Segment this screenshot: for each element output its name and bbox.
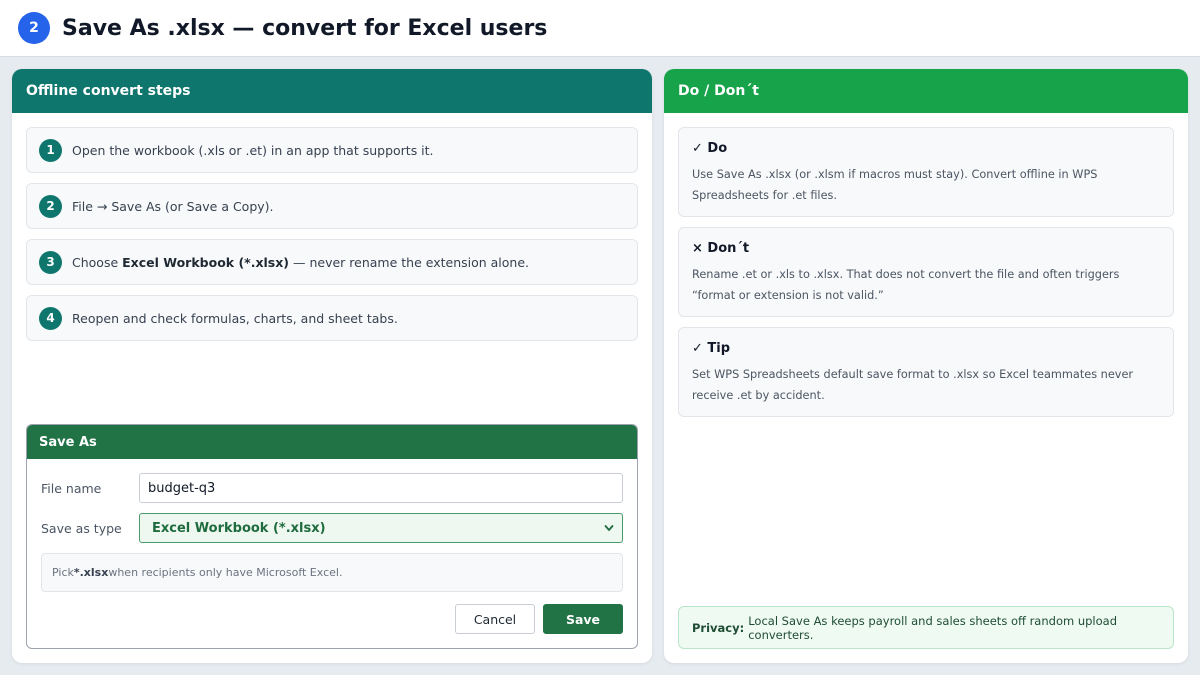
card-title: × Don´t: [692, 241, 750, 256]
do-card: ✓ Do Use Save As .xlsx (or .xlsm if macr…: [678, 127, 1174, 217]
cancel-button[interactable]: Cancel: [455, 604, 535, 634]
step-item-4: 4 Reopen and check formulas, charts, and…: [26, 295, 638, 341]
step-item-1: 1 Open the workbook (.xls or .et) in an …: [26, 127, 638, 173]
offline-steps-panel: Offline convert steps 1 Open the workboo…: [12, 69, 652, 663]
file-name-label: File name: [41, 480, 102, 496]
save-type-label: Save as type: [41, 520, 122, 536]
step-item-2: 2 File → Save As (or Save a Copy).: [26, 183, 638, 229]
do-dont-panel: Do / Don´t ✓ Do Use Save As .xlsx (or .x…: [664, 69, 1188, 663]
step-item-3: 3 Choose Excel Workbook (*.xlsx) — never…: [26, 239, 638, 285]
step-number: 2: [39, 194, 62, 218]
step-text: Reopen and check formulas, charts, and s…: [72, 310, 398, 326]
card-text: Use Save As .xlsx (or .xlsm if macros mu…: [692, 168, 1098, 202]
page-header: 2 Save As .xlsx — convert for Excel user…: [0, 0, 1200, 57]
privacy-label: Privacy:: [692, 620, 745, 635]
file-name-input[interactable]: budget-q3: [139, 473, 623, 503]
dialog-title: Save As: [27, 425, 637, 459]
step-badge: 2: [18, 12, 50, 44]
panel-title: Do / Don´t: [664, 69, 1188, 113]
save-button[interactable]: Save: [543, 604, 623, 634]
step-number: 4: [39, 306, 62, 330]
save-as-dialog: Save As File name budget-q3 Save as type…: [26, 424, 638, 649]
file-name-row: File name budget-q3: [41, 473, 623, 503]
save-type-value: Excel Workbook (*.xlsx): [152, 520, 326, 536]
format-hint: Pick *.xlsx when recipients only have Mi…: [41, 553, 623, 592]
step-number: 3: [39, 250, 62, 274]
tip-card: ✓ Tip Set WPS Spreadsheets default save …: [678, 327, 1174, 417]
card-title: ✓ Do: [692, 141, 728, 156]
privacy-text: Local Save As keeps payroll and sales sh…: [748, 613, 1118, 642]
steps-list: 1 Open the workbook (.xls or .et) in an …: [26, 127, 638, 351]
card-title: ✓ Tip: [692, 341, 731, 356]
chevron-down-icon: [604, 525, 614, 531]
rule-cards: ✓ Do Use Save As .xlsx (or .xlsm if macr…: [678, 127, 1174, 427]
panel-title: Offline convert steps: [12, 69, 652, 113]
step-text: Open the workbook (.xls or .et) in an ap…: [72, 142, 434, 158]
dont-card: × Don´t Rename .et or .xls to .xlsx. Tha…: [678, 227, 1174, 317]
save-type-row: Save as type Excel Workbook (*.xlsx): [41, 513, 623, 543]
step-text: Choose Excel Workbook (*.xlsx) — never r…: [72, 254, 530, 270]
page-title: Save As .xlsx — convert for Excel users: [62, 15, 548, 41]
save-type-select[interactable]: Excel Workbook (*.xlsx): [139, 513, 623, 543]
card-text: Set WPS Spreadsheets default save format…: [692, 368, 1134, 402]
card-text: Rename .et or .xls to .xlsx. That does n…: [692, 268, 1120, 302]
privacy-note: Privacy: Local Save As keeps payroll and…: [678, 606, 1174, 649]
step-number: 1: [39, 138, 62, 162]
step-text: File → Save As (or Save a Copy).: [72, 198, 274, 214]
